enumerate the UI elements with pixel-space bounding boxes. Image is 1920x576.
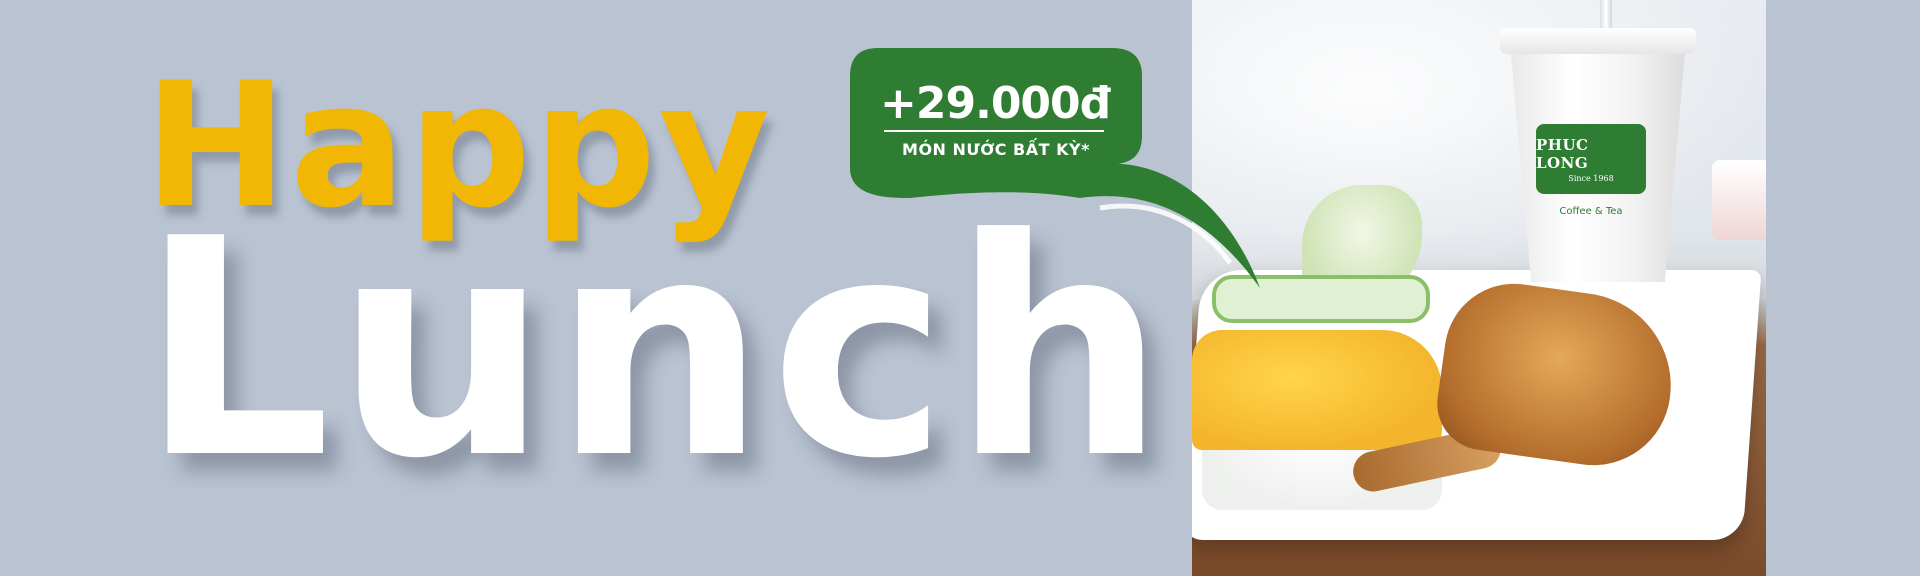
- bubble-divider: [884, 130, 1104, 132]
- cup-lid: [1500, 28, 1696, 54]
- fried-egg: [1192, 330, 1442, 450]
- napkin: [1712, 160, 1766, 240]
- brand-badge: PHUC LONG Since 1968: [1536, 124, 1646, 194]
- food-photo: PHUC LONG Since 1968 Coffee & Tea: [1192, 0, 1766, 576]
- brand-name: PHUC LONG: [1536, 135, 1589, 172]
- brand-tagline: Coffee & Tea: [1559, 206, 1623, 217]
- happy-lunch-banner: Happy Lunch PHUC LONG Since 1968 Coffee …: [0, 0, 1920, 576]
- right-margin: [1766, 0, 1920, 576]
- price-bubble: +29.000đ MÓN NƯỚC BẤT KỲ*: [850, 48, 1260, 288]
- promo-subtitle: MÓN NƯỚC BẤT KỲ*: [902, 140, 1090, 159]
- promo-price: +29.000đ: [880, 78, 1111, 129]
- brand-logo: PHUC LONG Since 1968 Coffee & Tea: [1536, 124, 1646, 217]
- brand-since: Since 1968: [1568, 173, 1614, 183]
